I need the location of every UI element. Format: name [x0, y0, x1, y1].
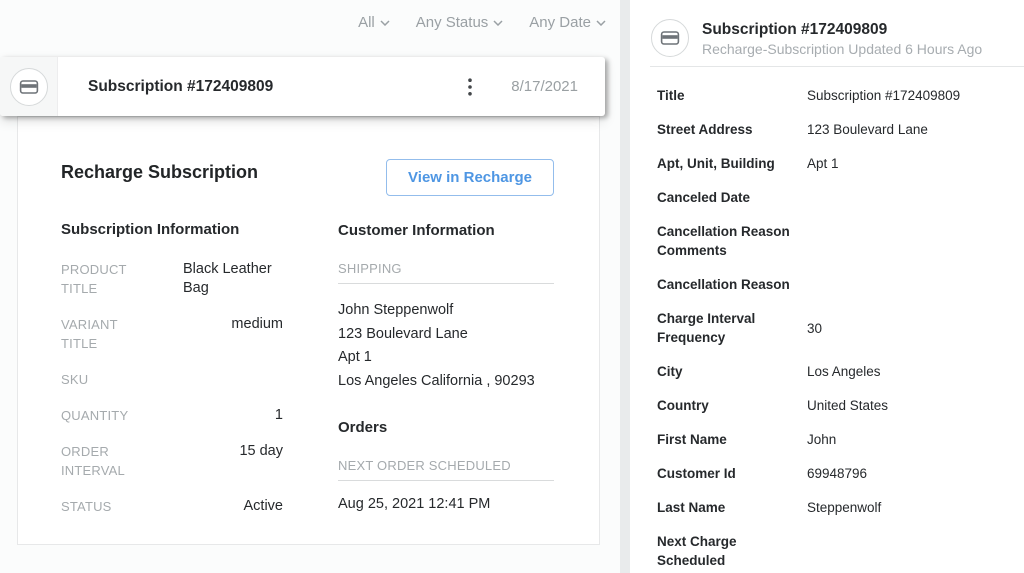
row-label: Last Name: [657, 498, 807, 517]
row-label: First Name: [657, 430, 807, 449]
row-label: Title: [657, 86, 807, 105]
field-product-title: PRODUCT TITLE Black Leather Bag: [61, 260, 283, 298]
field-label: STATUS: [61, 497, 154, 516]
filter-date-label: Any Date: [529, 14, 591, 31]
detail-row-country: Country United States: [657, 396, 1014, 415]
detail-header-text: Subscription #172409809 Recharge-Subscri…: [702, 18, 982, 59]
row-value: Los Angeles: [807, 362, 881, 381]
subscription-list-item[interactable]: Subscription #172409809 8/17/2021: [0, 57, 605, 116]
next-order-value: Aug 25, 2021 12:41 PM: [338, 496, 554, 512]
shipping-address: John Steppenwolf 123 Boulevard Lane Apt …: [338, 299, 554, 393]
subscription-list-panel: All Any Status Any Date: [0, 0, 620, 573]
field-order-interval: ORDER INTERVAL 15 day: [61, 442, 283, 480]
row-label: Street Address: [657, 120, 807, 139]
row-label: Charge Interval Frequency: [657, 309, 807, 347]
field-label: QUANTITY: [61, 406, 154, 425]
row-label: Cancellation Reason Comments: [657, 222, 807, 260]
detail-row-charge-interval-frequency: Charge Interval Frequency 30: [657, 309, 1014, 347]
row-value: Apt 1: [807, 154, 839, 173]
customer-info-column: View in Recharge Customer Information SH…: [338, 159, 554, 512]
row-value: Subscription #172409809: [807, 86, 960, 105]
list-item-date: 8/17/2021: [511, 78, 578, 95]
field-label: SKU: [61, 370, 154, 389]
credit-card-icon: [19, 79, 39, 95]
filter-bar: All Any Status Any Date: [358, 14, 606, 31]
avatar: [651, 19, 689, 57]
detail-row-first-name: First Name John: [657, 430, 1014, 449]
row-value: 123 Boulevard Lane: [807, 120, 928, 139]
customer-info-heading: Customer Information: [338, 222, 554, 239]
filter-status-dropdown[interactable]: Any Status: [416, 14, 504, 31]
row-value: 30: [807, 319, 822, 338]
filter-all-dropdown[interactable]: All: [358, 14, 390, 31]
panel-divider: [620, 0, 630, 573]
detail-row-next-charge-scheduled: Next Charge Scheduled: [657, 532, 1014, 570]
detail-row-title: Title Subscription #172409809: [657, 86, 1014, 105]
field-quantity: QUANTITY 1: [61, 406, 283, 425]
row-label: Customer Id: [657, 464, 807, 483]
field-value: Black Leather Bag: [183, 260, 283, 298]
subscription-info-heading: Subscription Information: [61, 221, 283, 238]
detail-row-last-name: Last Name Steppenwolf: [657, 498, 1014, 517]
chevron-down-icon: [380, 20, 390, 26]
detail-row-city: City Los Angeles: [657, 362, 1014, 381]
row-value: Steppenwolf: [807, 498, 881, 517]
orders-heading: Orders: [338, 419, 554, 436]
row-label: Apt, Unit, Building: [657, 154, 807, 173]
credit-card-icon: [660, 30, 680, 46]
field-value: 1: [275, 406, 283, 425]
row-label: City: [657, 362, 807, 381]
filter-all-label: All: [358, 14, 375, 31]
subscription-detail-card: Recharge Subscription Subscription Infor…: [17, 116, 600, 545]
detail-row-canceled-date: Canceled Date: [657, 188, 1014, 207]
chevron-down-icon: [596, 20, 606, 26]
row-label: Canceled Date: [657, 188, 807, 207]
detail-subtitle: Recharge-Subscription Updated 6 Hours Ag…: [702, 40, 982, 59]
field-value: 15 day: [239, 442, 283, 480]
detail-row-cancellation-reason: Cancellation Reason: [657, 275, 1014, 294]
row-label: Cancellation Reason: [657, 275, 807, 294]
field-label: PRODUCT TITLE: [61, 260, 154, 298]
row-value: United States: [807, 396, 888, 415]
next-order-label: NEXT ORDER SCHEDULED: [338, 458, 554, 481]
field-sku: SKU: [61, 370, 283, 389]
address-line: John Steppenwolf: [338, 299, 554, 323]
app-window: All Any Status Any Date: [0, 0, 1024, 573]
field-value: Active: [244, 497, 284, 516]
row-label: Next Charge Scheduled: [657, 532, 807, 570]
card-title: Recharge Subscription: [61, 162, 283, 183]
chevron-down-icon: [493, 20, 503, 26]
filter-status-label: Any Status: [416, 14, 489, 31]
field-value: medium: [231, 315, 283, 353]
address-line: Apt 1: [338, 346, 554, 370]
shipping-label: SHIPPING: [338, 261, 554, 284]
row-label: Country: [657, 396, 807, 415]
row-value: John: [807, 430, 836, 449]
detail-row-apt-unit-building: Apt, Unit, Building Apt 1: [657, 154, 1014, 173]
address-line: 123 Boulevard Lane: [338, 323, 554, 347]
detail-row-cancellation-reason-comments: Cancellation Reason Comments: [657, 222, 1014, 260]
field-label: VARIANT TITLE: [61, 315, 154, 353]
field-variant-title: VARIANT TITLE medium: [61, 315, 283, 353]
detail-row-street-address: Street Address 123 Boulevard Lane: [657, 120, 1014, 139]
address-line: Los Angeles California , 90293: [338, 370, 554, 394]
avatar: [10, 68, 48, 106]
field-label: ORDER INTERVAL: [61, 442, 154, 480]
detail-sidebar: Subscription #172409809 Recharge-Subscri…: [630, 0, 1024, 573]
detail-header: Subscription #172409809 Recharge-Subscri…: [630, 0, 1024, 66]
list-item-title: Subscription #172409809: [88, 78, 273, 96]
detail-row-customer-id: Customer Id 69948796: [657, 464, 1014, 483]
filter-date-dropdown[interactable]: Any Date: [529, 14, 606, 31]
list-item-icon-rail: [0, 57, 58, 116]
detail-fields: Title Subscription #172409809 Street Add…: [630, 67, 1024, 570]
detail-title: Subscription #172409809: [702, 20, 982, 40]
subscription-info-column: Recharge Subscription Subscription Infor…: [61, 162, 283, 533]
view-in-recharge-button[interactable]: View in Recharge: [386, 159, 554, 196]
kebab-menu-button[interactable]: [461, 76, 479, 98]
field-status: STATUS Active: [61, 497, 283, 516]
row-value: 69948796: [807, 464, 867, 483]
